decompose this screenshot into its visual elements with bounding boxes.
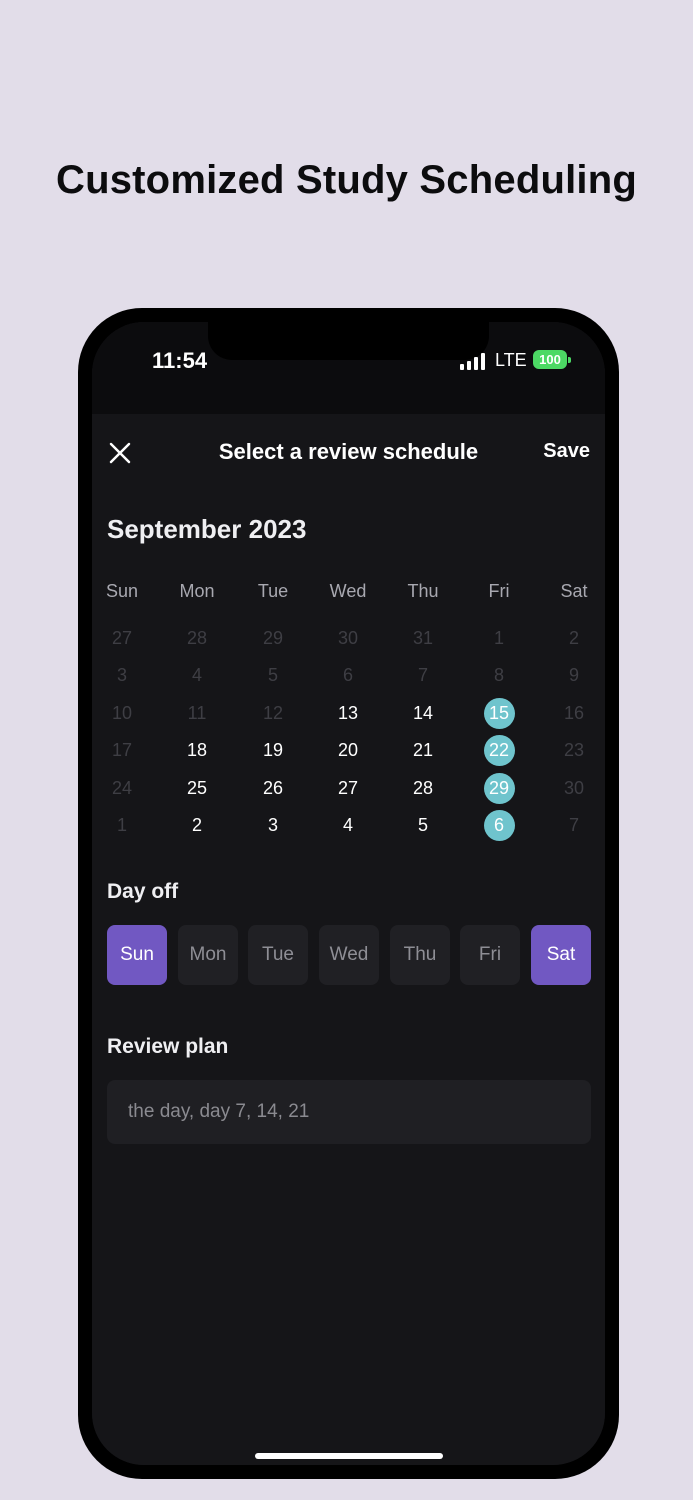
day-off-label: Day off xyxy=(107,880,179,903)
calendar-day[interactable]: 18 xyxy=(167,735,227,765)
day-off-option-thu[interactable]: Thu xyxy=(390,925,450,985)
calendar-day: 5 xyxy=(267,665,278,685)
weekday-label: Fri xyxy=(488,581,510,601)
calendar-day-selected: 6 xyxy=(483,810,515,841)
calendar-day[interactable]: 3 xyxy=(243,810,303,840)
calendar-day: 28 xyxy=(186,628,208,648)
day-off-option-sat[interactable]: Sat xyxy=(531,925,591,985)
calendar-week-row: 17 18 19 20 21 22 23 xyxy=(92,735,605,766)
page-headline: Customized Study Scheduling xyxy=(56,158,637,202)
calendar-day: 1 xyxy=(493,628,504,648)
calendar-day[interactable]: 6 xyxy=(469,810,529,841)
calendar-day[interactable]: 4 xyxy=(318,810,378,840)
weekday-label: Thu xyxy=(407,581,439,601)
calendar-day[interactable]: 26 xyxy=(243,773,303,803)
calendar-day: 7 xyxy=(417,665,428,685)
calendar-day: 30 xyxy=(563,778,585,798)
calendar-day: 29 xyxy=(262,628,284,648)
calendar-day[interactable]: 2 xyxy=(167,810,227,840)
calendar-day[interactable]: 25 xyxy=(167,773,227,803)
review-schedule-sheet: Select a review schedule Save September … xyxy=(92,414,605,1465)
day-off-option-sun[interactable]: Sun xyxy=(107,925,167,985)
month-title: September 2023 xyxy=(107,514,307,544)
save-button[interactable]: Save xyxy=(543,440,590,463)
weekday-label: Tue xyxy=(257,581,289,601)
calendar-day[interactable]: 28 xyxy=(393,773,453,803)
calendar-day[interactable]: 27 xyxy=(318,773,378,803)
calendar-week-row: 10 11 12 13 14 15 16 xyxy=(92,698,605,729)
notch xyxy=(208,322,489,360)
weekday-label: Sun xyxy=(105,581,139,601)
calendar-day: 24 xyxy=(111,778,133,798)
phone-frame: 11:54 LTE 100 Select a review schedule S… xyxy=(78,308,619,1479)
calendar-day: 11 xyxy=(187,703,207,723)
phone-screen: 11:54 LTE 100 Select a review schedule S… xyxy=(92,322,605,1465)
calendar-day: 23 xyxy=(563,740,585,760)
calendar-day: 7 xyxy=(568,815,579,835)
calendar-day: 1 xyxy=(116,815,127,835)
weekday-header: Sun Mon Tue Wed Thu Fri Sat xyxy=(92,576,605,606)
calendar-day: 27 xyxy=(111,628,133,648)
calendar-day: 2 xyxy=(568,628,579,648)
status-bar: 11:54 LTE 100 xyxy=(92,322,605,414)
calendar-day-selected: 29 xyxy=(483,773,515,804)
calendar-day-selected: 15 xyxy=(483,698,515,729)
calendar-day: 3 xyxy=(116,665,127,685)
calendar-day: 9 xyxy=(568,665,579,685)
status-time: 11:54 xyxy=(152,348,208,373)
calendar-day[interactable]: 29 xyxy=(469,773,529,804)
review-plan-field[interactable]: the day, day 7, 14, 21 xyxy=(107,1080,591,1144)
calendar-day[interactable]: 14 xyxy=(393,698,453,728)
calendar-day: 4 xyxy=(191,665,202,685)
calendar-day: 16 xyxy=(563,703,585,723)
calendar-day: 17 xyxy=(111,740,133,760)
sheet-title: Select a review schedule xyxy=(218,439,479,464)
battery-icon: 100 xyxy=(533,350,567,369)
calendar-week-row: 24 25 26 27 28 29 30 xyxy=(92,773,605,804)
review-plan-label: Review plan xyxy=(107,1035,229,1058)
calendar-day[interactable]: 15 xyxy=(469,698,529,729)
calendar-day-selected: 22 xyxy=(483,735,515,766)
day-off-option-wed[interactable]: Wed xyxy=(319,925,379,985)
signal-icon xyxy=(460,352,488,370)
calendar-day[interactable]: 20 xyxy=(318,735,378,765)
calendar-day: 30 xyxy=(337,628,359,648)
battery-tip xyxy=(568,357,571,363)
day-off-option-fri[interactable]: Fri xyxy=(460,925,520,985)
calendar-day: 6 xyxy=(342,665,353,685)
calendar-day: 8 xyxy=(493,665,504,685)
calendar-day[interactable]: 13 xyxy=(318,698,378,728)
review-plan-value: the day, day 7, 14, 21 xyxy=(128,1101,310,1122)
calendar-week-row: 27 28 29 30 31 1 2 xyxy=(92,623,605,653)
calendar-day[interactable]: 5 xyxy=(393,810,453,840)
calendar-day: 12 xyxy=(262,703,284,723)
day-off-option-mon[interactable]: Mon xyxy=(178,925,238,985)
network-label: LTE xyxy=(495,350,527,370)
weekday-label: Mon xyxy=(179,581,215,601)
calendar-week-row: 1 23456 7 xyxy=(92,810,605,841)
calendar-day[interactable]: 22 xyxy=(469,735,529,766)
home-indicator xyxy=(255,1453,443,1459)
weekday-label: Sat xyxy=(560,581,588,601)
calendar-day: 31 xyxy=(412,628,434,648)
weekday-label: Wed xyxy=(329,581,367,601)
day-off-option-tue[interactable]: Tue xyxy=(248,925,308,985)
calendar-day[interactable]: 19 xyxy=(243,735,303,765)
calendar-week-row: 3 4 5 6 7 8 9 xyxy=(92,660,605,690)
calendar-day: 10 xyxy=(111,703,133,723)
calendar-day[interactable]: 21 xyxy=(393,735,453,765)
